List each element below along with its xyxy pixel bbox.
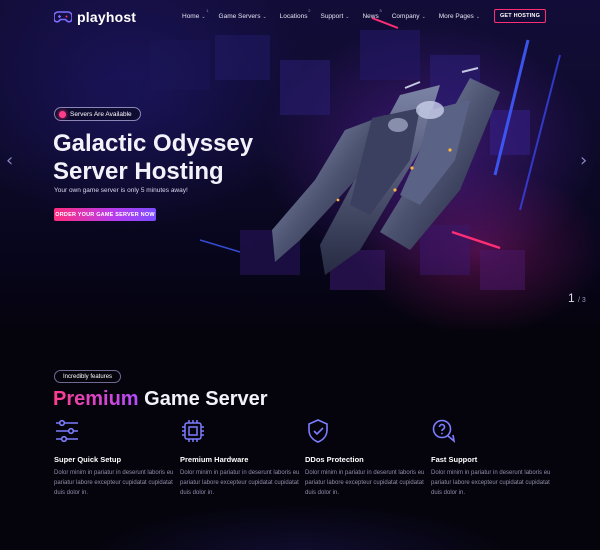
chevron-left-icon[interactable]: ‹ bbox=[6, 150, 13, 171]
chevron-right-icon[interactable]: › bbox=[580, 150, 587, 171]
cpu-chip-icon bbox=[182, 420, 204, 442]
slide-counter: 1 / 3 bbox=[568, 291, 586, 305]
features-tagline: Incredibly features bbox=[54, 370, 122, 383]
order-server-button[interactable]: ORDER YOUR GAME SERVER NOW bbox=[54, 208, 156, 221]
chevron-down-icon: ⌄ bbox=[475, 13, 481, 20]
main-menu: Home ⌄ 1 Game Servers ⌄ Locations 2 Support ⌄ New… bbox=[182, 8, 493, 20]
nav-item-label: More Pages bbox=[438, 13, 474, 20]
feature-card: Super Quick Setup Dolor minim in pariatu… bbox=[54, 418, 174, 498]
features-section: Incredibly features Premium Game Server … bbox=[0, 330, 600, 550]
nav-item-more-pages[interactable]: More Pages ⌄ bbox=[439, 13, 480, 20]
nav-item-number: 1 bbox=[206, 8, 209, 13]
nav-item-company[interactable]: Company ⌄ bbox=[392, 13, 426, 20]
availability-badge-label: Servers Are Available bbox=[70, 110, 132, 118]
chevron-down-icon: ⌄ bbox=[262, 13, 267, 20]
chevron-down-icon: ⌄ bbox=[201, 13, 206, 20]
nav-item-news[interactable]: News 5 bbox=[362, 8, 381, 20]
feature-description: Dolor minim in pariatur in deserunt labo… bbox=[305, 470, 425, 496]
chevron-down-icon: ⌄ bbox=[345, 13, 350, 20]
feature-title: Premium Hardware bbox=[180, 455, 249, 464]
features-title-rest: Game Server bbox=[144, 388, 268, 410]
feature-description: Dolor minim in pariatur in deserunt labo… bbox=[180, 470, 300, 496]
hero-title: Galactic Odyssey Server Hosting bbox=[53, 130, 313, 186]
nav-item-label: Game Servers bbox=[218, 13, 261, 20]
feature-card: Fast Support Dolor minim in pariatur in … bbox=[431, 418, 551, 498]
nav-item-number: 2 bbox=[308, 8, 311, 13]
get-hosting-button[interactable]: GET HOSTING bbox=[494, 9, 546, 23]
availability-badge: Servers Are Available bbox=[54, 107, 141, 121]
nav-item-locations[interactable]: Locations 2 bbox=[279, 8, 311, 20]
brand-name: playhost bbox=[77, 9, 137, 25]
status-dot-icon bbox=[59, 110, 66, 118]
feature-description: Dolor minim in pariatur in deserunt labo… bbox=[54, 470, 174, 496]
nav-item-label: Locations bbox=[279, 13, 308, 20]
top-navigation: playhost Home ⌄ 1 Game Servers ⌄ Locations 2 Su… bbox=[0, 0, 600, 36]
feature-card: Premium Hardware Dolor minim in pariatur… bbox=[180, 418, 300, 498]
nav-item-game-servers[interactable]: Game Servers ⌄ bbox=[219, 13, 267, 20]
nav-item-label: Company bbox=[391, 13, 420, 20]
feature-card: DDos Protection Dolor minim in pariatur … bbox=[305, 418, 425, 498]
hero-title-line1: Galactic Odyssey bbox=[53, 130, 254, 157]
hero-title-line2: Server Hosting bbox=[53, 158, 224, 185]
nav-item-label: News bbox=[362, 13, 379, 20]
hero-section: playhost Home ⌄ 1 Game Servers ⌄ Locations 2 Su… bbox=[0, 0, 600, 330]
brand-logo[interactable]: playhost bbox=[54, 9, 136, 25]
chevron-down-icon: ⌄ bbox=[421, 13, 426, 20]
shield-check-icon bbox=[308, 419, 328, 443]
slide-total: / 3 bbox=[578, 297, 586, 304]
feature-title: Fast Support bbox=[431, 455, 478, 464]
nav-item-number: 5 bbox=[379, 8, 382, 13]
features-title-highlight: Premium bbox=[53, 388, 139, 410]
chat-question-icon bbox=[432, 419, 456, 443]
slide-current: 1 bbox=[568, 291, 575, 305]
nav-item-label: Home bbox=[182, 13, 200, 20]
nav-item-support[interactable]: Support ⌄ bbox=[320, 13, 349, 20]
feature-title: Super Quick Setup bbox=[54, 455, 122, 464]
feature-title: DDos Protection bbox=[305, 455, 364, 464]
nav-item-label: Support bbox=[320, 13, 344, 20]
sliders-icon bbox=[56, 419, 78, 443]
features-title: Premium Game Server bbox=[53, 388, 268, 411]
feature-description: Dolor minim in pariatur in deserunt labo… bbox=[431, 470, 551, 496]
nav-item-home[interactable]: Home ⌄ 1 bbox=[182, 8, 209, 20]
gamepad-icon bbox=[54, 11, 72, 23]
hero-subtitle: Your own game server is only 5 minutes a… bbox=[54, 187, 188, 194]
